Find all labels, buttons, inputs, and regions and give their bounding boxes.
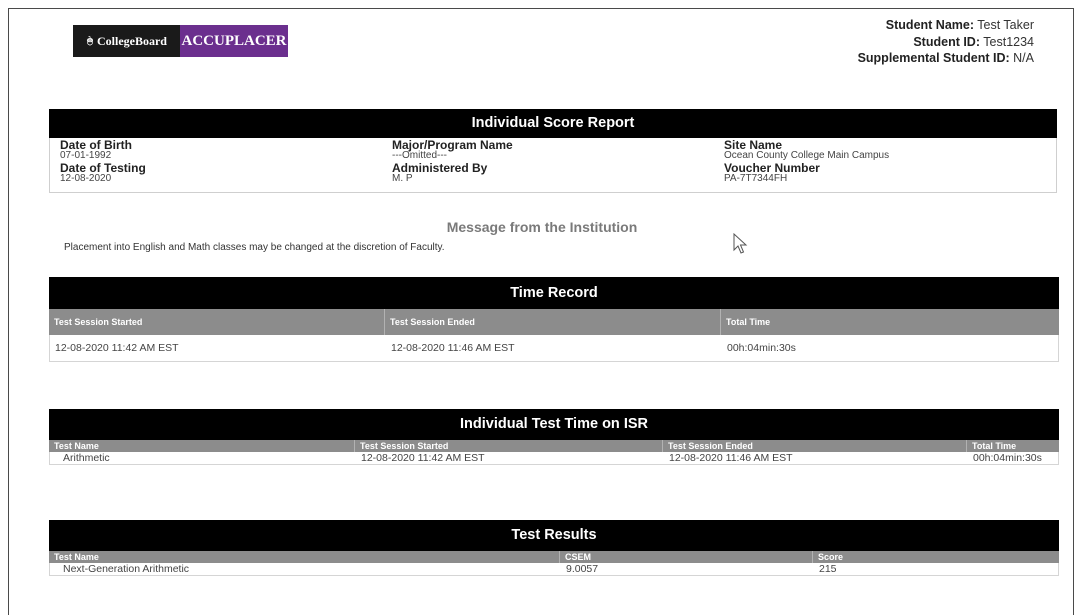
accuplacer-logo: ACCUPLACER bbox=[180, 25, 288, 57]
student-name-label: Student Name: bbox=[885, 18, 974, 32]
site-value: Ocean County College Main Campus bbox=[724, 150, 890, 161]
individual-test-time-title: Individual Test Time on ISR bbox=[49, 409, 1059, 440]
header-session-ended: Test Session Ended bbox=[385, 309, 721, 335]
header-session-started: Test Session Started bbox=[355, 440, 663, 452]
collegeboard-logo: 🌰︎ CollegeBoard bbox=[73, 25, 180, 57]
table-row: Arithmetic 12-08-2020 11:42 AM EST 12-08… bbox=[49, 452, 1059, 465]
test-results-header: Test Name CSEM Score bbox=[49, 551, 1059, 563]
header-test-name: Test Name bbox=[49, 551, 560, 563]
student-id-label: Student ID: bbox=[913, 34, 981, 49]
mouse-cursor-icon bbox=[733, 233, 748, 254]
header-test-name: Test Name bbox=[49, 440, 355, 452]
isr-details: Date of Birth 07-01-1992 Date of Testing… bbox=[49, 138, 1057, 193]
message-text: Placement into English and Math classes … bbox=[64, 242, 445, 253]
cell-csem: 9.0057 bbox=[566, 563, 599, 575]
cell-total-time: 00h:04min:30s bbox=[973, 452, 1042, 464]
voucher-value: PA-7T7344FH bbox=[724, 173, 788, 184]
cell-session-started: 12-08-2020 11:42 AM EST bbox=[55, 342, 179, 354]
major-value: ---Omitted--- bbox=[392, 150, 447, 161]
individual-test-time-header: Test Name Test Session Started Test Sess… bbox=[49, 440, 1059, 452]
cell-session-started: 12-08-2020 11:42 AM EST bbox=[361, 452, 485, 464]
time-record-title: Time Record bbox=[49, 277, 1059, 309]
admin-label: Administered By bbox=[392, 161, 488, 175]
collegeboard-text: CollegeBoard bbox=[96, 33, 167, 48]
student-name: Test Taker bbox=[977, 18, 1034, 32]
header-session-ended: Test Session Ended bbox=[663, 440, 967, 452]
cell-test-name: Arithmetic bbox=[63, 452, 110, 464]
isr-col-site: Site Name Ocean County College Main Camp… bbox=[724, 138, 1056, 192]
dob-value: 07-01-1992 bbox=[60, 150, 112, 161]
individual-score-report: Individual Score Report Date of Birth 07… bbox=[49, 109, 1057, 193]
message-title: Message from the Institution bbox=[446, 219, 638, 235]
student-id: Test1234 bbox=[983, 34, 1034, 49]
time-record-table: Time Record Test Session Started Test Se… bbox=[49, 277, 1059, 362]
cell-total-time: 00h:04min:30s bbox=[727, 342, 796, 354]
test-results-title: Test Results bbox=[49, 520, 1059, 551]
isr-title: Individual Score Report bbox=[49, 109, 1057, 138]
test-results-table: Test Results Test Name CSEM Score Next-G… bbox=[49, 520, 1059, 576]
isr-col-dates: Date of Birth 07-01-1992 Date of Testing… bbox=[60, 138, 392, 192]
individual-test-time-table: Individual Test Time on ISR Test Name Te… bbox=[49, 409, 1059, 465]
cell-score: 215 bbox=[819, 563, 837, 575]
acorn-icon: 🌰︎ bbox=[86, 33, 94, 49]
header-session-started: Test Session Started bbox=[49, 309, 385, 335]
header-score: Score bbox=[818, 552, 844, 562]
supplemental-id: N/A bbox=[1013, 51, 1034, 65]
logo: 🌰︎ CollegeBoard ACCUPLACER bbox=[73, 25, 288, 57]
isr-col-program: Major/Program Name ---Omitted--- Adminis… bbox=[392, 138, 724, 192]
supplemental-id-label: Supplemental Student ID: bbox=[857, 51, 1010, 65]
student-info: Student Name: Test Taker Student ID: Tes… bbox=[858, 17, 1034, 67]
admin-value: M. P bbox=[392, 173, 413, 184]
header-csem: CSEM bbox=[560, 551, 813, 563]
time-record-header: Test Session Started Test Session Ended … bbox=[49, 309, 1059, 335]
cell-session-ended: 12-08-2020 11:46 AM EST bbox=[669, 452, 793, 464]
cell-test-name: Next-Generation Arithmetic bbox=[63, 563, 190, 575]
table-row: 12-08-2020 11:42 AM EST 12-08-2020 11:46… bbox=[49, 335, 1059, 362]
header-total-time: Total Time bbox=[726, 317, 771, 327]
cell-session-ended: 12-08-2020 11:46 AM EST bbox=[391, 342, 515, 354]
table-row: Next-Generation Arithmetic 9.0057 215 bbox=[49, 563, 1059, 576]
dot-value: 12-08-2020 bbox=[60, 173, 112, 184]
header-total-time: Total Time bbox=[972, 441, 1017, 451]
